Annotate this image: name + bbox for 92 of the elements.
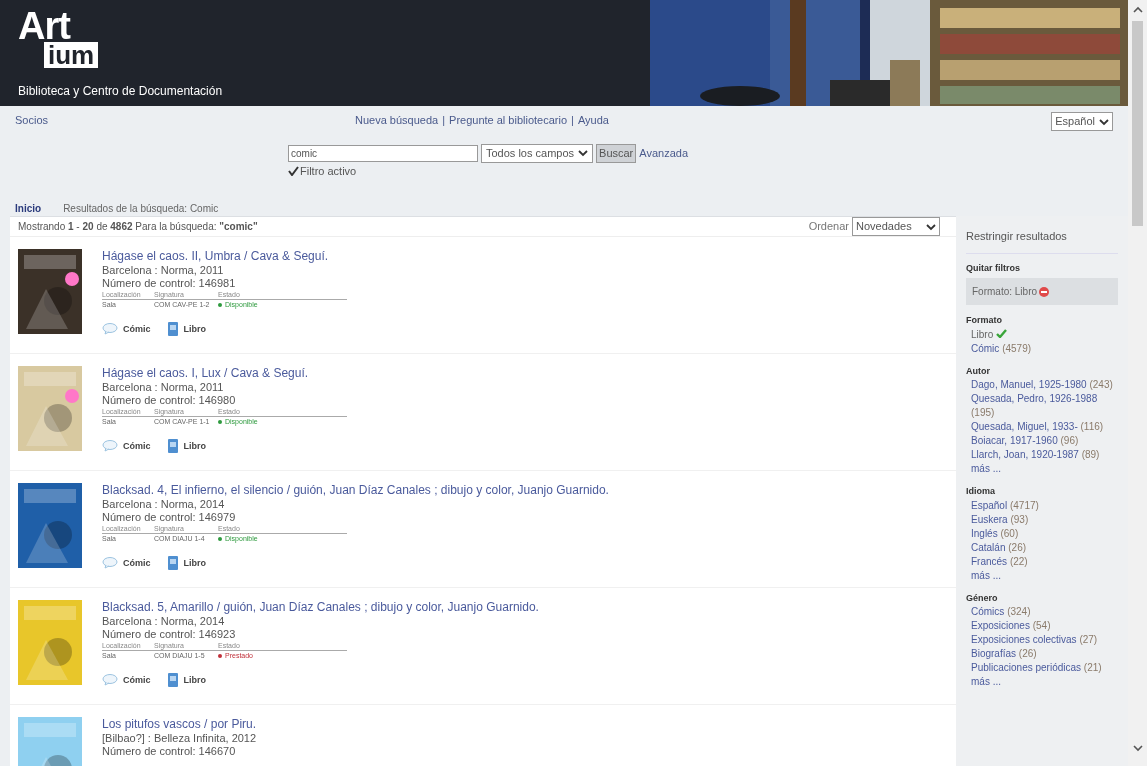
format-tag: Cómic — [123, 556, 151, 570]
sort-label: Ordenar — [808, 219, 849, 235]
link-separator: | — [442, 113, 446, 128]
logo-text: Art — [18, 8, 71, 44]
results-summary: Mostrando 1 - 20 de 4862 Para la búsqueda: "comic" — [18, 220, 258, 234]
search-button[interactable]: Buscar — [596, 143, 637, 163]
imprint-text: Barcelona : Norma, 2014 — [102, 498, 226, 511]
chevron-down-icon — [578, 149, 589, 157]
facet-heading: Idioma — [966, 485, 996, 498]
facet-item[interactable]: Dago, Manuel, 1925-1980 (243) — [971, 378, 1118, 392]
nav-link[interactable]: Ayuda — [577, 112, 609, 129]
result-title[interactable]: Hágase el caos. II, Umbra / Cava & Seguí. — [102, 249, 347, 264]
format-tag: Cómic — [123, 322, 151, 336]
format-tag: Cómic — [123, 439, 151, 453]
sort-select[interactable]: Novedades — [852, 217, 940, 236]
speech-bubble-icon — [102, 323, 118, 335]
control-number: Número de control: 146981 — [102, 277, 237, 290]
facet-item[interactable]: Quesada, Miguel, 1933- (116) — [971, 420, 1118, 434]
search-field[interactable]: comic — [288, 144, 478, 162]
scroll-thumb[interactable] — [1132, 21, 1143, 226]
status-dot-icon — [218, 420, 222, 424]
book-icon — [166, 556, 179, 570]
scroll-up-icon[interactable] — [1132, 6, 1143, 13]
scroll-down-icon[interactable] — [1132, 745, 1143, 752]
speech-bubble-icon — [102, 674, 118, 686]
speech-bubble-icon — [102, 440, 118, 452]
control-number: Número de control: 146980 — [102, 394, 237, 407]
result-title[interactable]: Blacksad. 5, Amarillo / guión, Juan Díaz Canales ; dibujo y color, Juanjo Guarnido. — [102, 600, 539, 615]
format-tag: Libro — [183, 322, 206, 336]
format-tag: Cómic — [123, 673, 151, 687]
facet-item[interactable]: Quesada, Pedro, 1926-1988 (195) — [971, 392, 1118, 420]
facet-item[interactable]: Euskera (93) — [971, 512, 1118, 527]
imprint-text: Barcelona : Norma, 2011 — [102, 381, 225, 394]
facet-heading: Autor — [966, 364, 991, 378]
breadcrumb-item[interactable]: Resultados de la búsqueda: Comic — [63, 201, 219, 216]
status-dot-icon — [218, 537, 222, 541]
remove-icon — [1039, 286, 1050, 297]
facet-item[interactable]: Llarch, Joan, 1920-1987 (89) — [971, 448, 1118, 462]
status-dot-icon — [218, 303, 222, 307]
sidebar-title: Restringir resultados — [966, 228, 1118, 254]
nav-link[interactable]: Nueva búsqueda — [355, 112, 439, 129]
format-tag: Libro — [183, 439, 206, 453]
nav-link[interactable]: Socios — [15, 112, 355, 129]
chevron-down-icon — [1099, 117, 1109, 126]
language-select[interactable]: Español — [1051, 112, 1113, 131]
more-link[interactable]: más ... — [971, 462, 1118, 476]
facet-item[interactable]: Cómics (324) — [971, 605, 1118, 619]
chevron-down-icon — [926, 222, 936, 231]
status-dot-icon — [218, 654, 222, 658]
result-title[interactable]: Los pitufos vascos / por Piru. — [102, 717, 257, 732]
result-title[interactable]: Blacksad. 4, El infierno, el silencio / guión, Juan Díaz Canales ; dibujo y color, Juanjo Guarnido. — [102, 483, 609, 498]
facet-item[interactable]: Biografías (26) — [971, 647, 1118, 661]
facet-heading: Género — [966, 591, 999, 605]
control-number: Número de control: 146670 — [102, 745, 237, 758]
scrollbar[interactable] — [1128, 0, 1147, 766]
result-title[interactable]: Hágase el caos. I, Lux / Cava & Seguí. — [102, 366, 347, 381]
nav-link[interactable]: Pregunte al bibliotecario — [449, 112, 568, 129]
speech-bubble-icon — [102, 557, 118, 569]
site-subtitle: Biblioteca y Centro de Documentación — [18, 83, 224, 100]
active-filter[interactable]: Formato: Libro — [966, 278, 1118, 305]
facet-item[interactable]: Inglés (60) — [971, 526, 1118, 541]
imprint-text: Barcelona : Norma, 2011 — [102, 264, 225, 277]
facet-item[interactable]: Español (4717) — [971, 498, 1118, 513]
filter-checkbox[interactable] — [288, 165, 299, 177]
breadcrumb-item[interactable]: Inicio — [15, 201, 42, 216]
control-number: Número de control: 146979 — [102, 511, 237, 524]
advanced-search-link[interactable]: Avanzada — [639, 144, 689, 162]
control-number: Número de control: 146923 — [102, 628, 237, 641]
imprint-text: Barcelona : Norma, 2014 — [102, 615, 226, 628]
format-tag: Libro — [183, 673, 206, 687]
facet-heading: Formato — [966, 314, 1003, 327]
book-icon — [166, 322, 179, 336]
format-tag: Libro — [183, 556, 206, 570]
facet-item[interactable]: Publicaciones periódicas (21) — [971, 661, 1118, 675]
facet-item[interactable]: Exposiciones (54) — [971, 619, 1118, 633]
facet-item[interactable]: Catalán (26) — [971, 540, 1118, 555]
checkmark-icon — [996, 328, 1008, 338]
more-link[interactable]: más ... — [971, 675, 1118, 689]
facet-item[interactable]: Cómic (4579) — [971, 341, 1118, 356]
filter-label: Filtro activo — [300, 163, 357, 179]
facet-heading: Quitar filtros — [966, 261, 1021, 275]
facet-item[interactable]: Exposiciones colectivas (27) — [971, 633, 1118, 647]
facet-item[interactable]: Boiacar, 1917-1960 (96) — [971, 434, 1118, 448]
logo-text: ium — [44, 42, 99, 68]
book-icon — [166, 439, 179, 453]
link-separator: | — [571, 113, 574, 128]
scope-select[interactable]: Todos los campos — [481, 143, 594, 163]
imprint-text: [Bilbao?] : Belleza Infinita, 2012 — [102, 732, 257, 745]
facet-item[interactable]: Libro — [971, 327, 1118, 342]
more-link[interactable]: más ... — [971, 568, 1118, 583]
facet-item[interactable]: Francés (22) — [971, 554, 1118, 569]
book-icon — [166, 673, 179, 687]
